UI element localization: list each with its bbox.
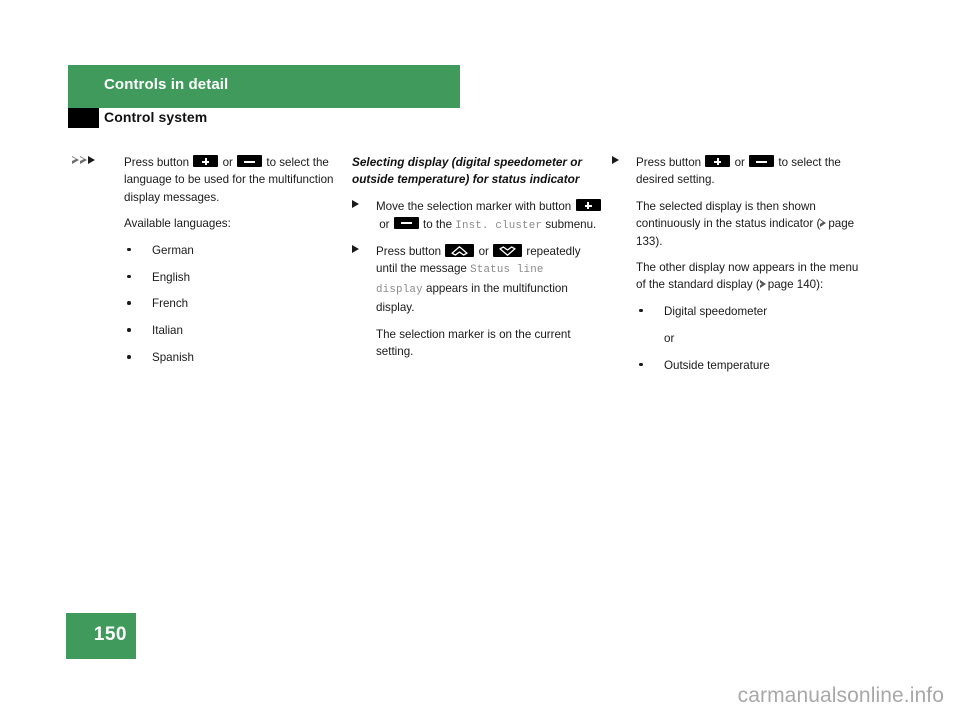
list-item: French — [124, 295, 340, 312]
language-label: French — [152, 297, 189, 311]
page-reference-140: page 140 — [767, 278, 817, 292]
bullet-dot-icon — [127, 301, 131, 306]
other-display-paragraph: The other display now appears in the men… — [636, 259, 862, 294]
selected-display-paragraph: The selected display is then shown conti… — [636, 198, 862, 250]
minus-button-icon — [237, 155, 263, 167]
selection-marker-note: The selection marker is on the current s… — [376, 327, 571, 359]
bullet-dot-icon — [127, 328, 131, 332]
up-arrow-button-icon — [445, 244, 475, 257]
bullet-dot-icon — [127, 355, 131, 359]
display-text-inst-cluster: Inst. cluster — [455, 219, 543, 232]
triangle-solid-icon — [352, 200, 359, 209]
step-text: Move the selection marker with button or… — [376, 198, 604, 235]
plus-button-icon — [705, 155, 731, 167]
subsection-heading: Selecting display (digital speedometer o… — [352, 155, 583, 186]
step-mid-label: to the — [423, 217, 453, 231]
page-number-box: 150 — [66, 613, 136, 659]
or-label: or — [478, 245, 489, 258]
list-item: Outside temperature — [636, 357, 862, 374]
paragraph-text: The other display now appears in the men… — [636, 261, 859, 292]
list-item: Digital speedometer — [636, 303, 862, 320]
triangle-solid-icon — [612, 156, 619, 164]
step-marker-group — [71, 154, 95, 171]
paragraph-text: The selected display is then shown conti… — [636, 199, 821, 231]
chapter-header-bar: Controls in detail — [68, 65, 460, 108]
or-label: or — [734, 156, 745, 169]
plus-button-icon — [193, 155, 219, 167]
step-text: Press button or to select the desired se… — [636, 154, 862, 189]
step-select-language: Press button or to select the language t… — [71, 154, 340, 367]
column-middle: Selecting display (digital speedometer o… — [352, 154, 604, 368]
language-label: Italian — [152, 324, 183, 338]
watermark-text: carmanualsonline.info — [737, 684, 944, 707]
step-text: Press button or to select the language t… — [124, 154, 340, 206]
list-item: German — [124, 242, 340, 259]
or-label: or — [379, 217, 390, 231]
step-lead-label: Press button — [376, 245, 442, 258]
or-label: or — [222, 156, 233, 169]
list-item: English — [124, 269, 340, 286]
page-ref-triangle-icon — [758, 279, 766, 288]
plus-button-icon — [575, 199, 601, 212]
display-options-list: Digital speedometer — [636, 303, 862, 320]
language-list: German English French Italian Spanish — [124, 242, 340, 367]
bullet-dot-icon — [639, 308, 643, 313]
triangle-hollow-icon — [71, 156, 79, 164]
step-marker-group — [352, 243, 359, 260]
bullet-dot-icon — [127, 247, 131, 252]
step-press-updown-button: Press button or repeatedly until the mes… — [352, 243, 604, 360]
step-marker-group — [612, 154, 619, 171]
paragraph-text-tail: ): — [816, 278, 824, 292]
option-label: Digital speedometer — [664, 304, 768, 318]
page-number: 150 — [93, 624, 127, 645]
step-lead-label: Press button — [636, 156, 702, 169]
chapter-title: Controls in detail — [104, 76, 229, 93]
language-label: English — [152, 270, 191, 284]
language-label: German — [152, 243, 194, 257]
bullet-dot-icon — [127, 274, 131, 279]
minus-button-icon — [749, 155, 775, 167]
or-separator-label: or — [664, 331, 675, 345]
minus-button-icon — [393, 216, 419, 229]
language-label: Spanish — [152, 351, 194, 365]
list-item: Italian — [124, 322, 340, 339]
step-select-desired-setting: Press button or to select the desired se… — [612, 154, 862, 374]
page-ref-triangle-icon — [819, 218, 827, 227]
section-title: Control system — [104, 109, 208, 125]
step-move-selection-marker: Move the selection marker with button or… — [352, 198, 604, 235]
list-item: Spanish — [124, 349, 340, 366]
triangle-solid-icon — [88, 156, 95, 164]
option-label: Outside temperature — [664, 358, 770, 372]
section-marker-square — [68, 108, 99, 128]
display-options-list-2: Outside temperature — [636, 357, 862, 374]
column-left: Press button or to select the language t… — [71, 154, 340, 376]
available-languages-label: Available languages: — [124, 217, 231, 231]
step-marker-group — [352, 198, 359, 215]
step-lead-label: Move the selection marker with button — [376, 200, 572, 214]
column-right: Press button or to select the desired se… — [612, 154, 862, 384]
step-text: Press button or repeatedly until the mes… — [376, 243, 604, 317]
bullet-dot-icon — [639, 362, 643, 367]
paragraph-text-tail: ). — [655, 234, 663, 248]
press-button-label: Press button — [124, 156, 190, 169]
down-arrow-button-icon — [493, 244, 523, 257]
triangle-solid-icon — [352, 245, 359, 253]
triangle-hollow-icon — [79, 156, 87, 164]
step-tail-label: submenu. — [545, 217, 597, 231]
